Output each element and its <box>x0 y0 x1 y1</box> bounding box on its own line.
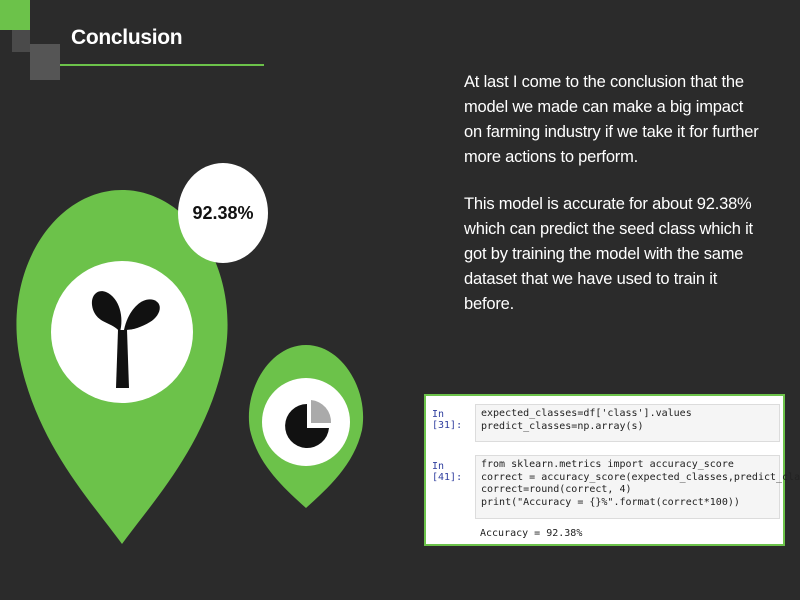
small-pin <box>248 345 364 508</box>
cell-output: Accuracy = 92.38% <box>480 528 583 539</box>
code-line: expected_classes=df['class'].values <box>481 408 692 419</box>
pins-illustration <box>16 190 364 544</box>
code-input: expected_classes=df['class'].values pred… <box>475 404 780 442</box>
code-line: from sklearn.metrics import accuracy_sco… <box>481 459 734 470</box>
cell-prompt: In [31]: <box>432 409 463 431</box>
conclusion-text: At last I come to the conclusion that th… <box>464 70 764 339</box>
paragraph-accuracy: This model is accurate for about 92.38% … <box>464 195 753 313</box>
code-line: correct=round(correct, 4) <box>481 484 632 495</box>
code-input: from sklearn.metrics import accuracy_sco… <box>475 455 800 519</box>
paragraph-conclusion: At last I come to the conclusion that th… <box>464 73 759 166</box>
accuracy-badge: 92.38% <box>178 163 268 263</box>
notebook-screenshot: In [31]: expected_classes=df['class'].va… <box>424 394 800 546</box>
code-line: predict_classes=np.array(s) <box>481 420 644 432</box>
badge-value: 92.38% <box>192 202 254 223</box>
code-line: correct = accuracy_score(expected_classe… <box>481 471 800 483</box>
code-line: print("Accuracy = {}%".format(correct*10… <box>481 496 740 508</box>
cell-prompt: In [41]: <box>432 461 463 483</box>
